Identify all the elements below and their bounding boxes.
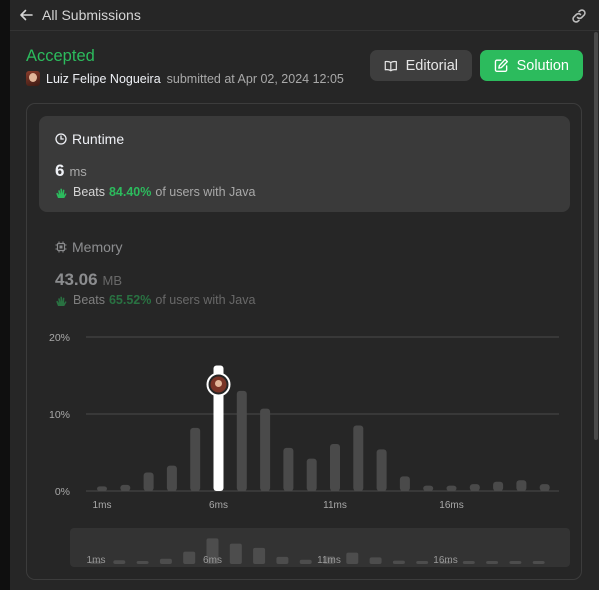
overview-bar	[369, 557, 382, 564]
x-tick-label: 11ms	[323, 500, 347, 511]
chart-bar	[236, 390, 247, 491]
solution-label: Solution	[516, 57, 569, 74]
clap-icon	[56, 188, 67, 198]
overview-bar	[113, 560, 126, 564]
editorial-label: Editorial	[405, 57, 458, 74]
chart-bar	[423, 485, 434, 491]
scrollbar[interactable]	[594, 32, 598, 440]
edit-icon	[494, 58, 509, 73]
overview-bar	[229, 543, 242, 564]
overview-tick-label: 11ms	[317, 555, 341, 566]
runtime-beats-label: Beats	[73, 185, 105, 199]
left-gutter	[0, 0, 10, 590]
chart-bar	[399, 476, 410, 491]
submitted-time: submitted at Apr 02, 2024 12:05	[166, 71, 344, 86]
overview-tick-label: 1ms	[87, 555, 106, 566]
submission-status: Accepted	[26, 47, 95, 65]
chart-bar	[376, 449, 387, 491]
chart-overview-slider[interactable]: 1ms 6ms 11ms 16ms	[70, 528, 570, 567]
x-tick-label: 1ms	[93, 500, 112, 511]
chart-bar	[306, 458, 317, 491]
runtime-value-row: 6 ms	[55, 161, 87, 181]
chart-bar	[539, 484, 550, 491]
chip-icon	[55, 241, 67, 253]
overview-bar	[299, 559, 312, 564]
y-tick-label: 10%	[49, 409, 70, 421]
overview-bar	[183, 551, 196, 564]
arrow-left-icon	[20, 9, 33, 21]
memory-title-row: Memory	[55, 239, 123, 255]
avatar-face	[215, 379, 222, 387]
runtime-beats-row: Beats 84.40% of users with Java	[55, 185, 255, 199]
memory-title: Memory	[72, 239, 123, 255]
overview-bar	[462, 561, 475, 564]
book-icon	[384, 60, 397, 71]
runtime-title: Runtime	[72, 131, 125, 147]
runtime-beats-suffix: of users with Java	[155, 185, 256, 199]
chart-bar	[330, 444, 340, 491]
chart-bar	[353, 425, 364, 491]
submission-author-row: Luiz Felipe Nogueira submitted at Apr 02…	[26, 71, 344, 86]
x-tick-label: 6ms	[209, 500, 228, 511]
x-tick-label: 16ms	[439, 500, 463, 511]
overview-tick-label: 6ms	[203, 555, 222, 566]
overview-chart: 1ms 6ms 11ms 16ms	[87, 538, 545, 566]
editorial-button[interactable]: Editorial	[370, 50, 472, 81]
memory-beats-suffix: of users with Java	[155, 293, 256, 307]
y-tick-label: 20%	[49, 332, 70, 344]
chart-bar	[190, 427, 201, 491]
memory-beats-percent: 65.52%	[108, 293, 152, 307]
overview-bar	[416, 561, 429, 564]
overview-bar	[532, 561, 545, 564]
memory-beats-label: Beats	[73, 293, 105, 307]
memory-value: 43.06	[55, 270, 98, 289]
chart-bar	[469, 484, 480, 491]
chart-bar	[260, 408, 271, 491]
overview-bar	[159, 558, 172, 564]
chart-bar	[516, 480, 527, 491]
memory-beats-row: Beats 65.52% of users with Java	[55, 293, 255, 307]
chart-bar	[120, 484, 131, 491]
y-tick-label: 0%	[55, 486, 70, 498]
overview-bar	[276, 556, 289, 564]
clap-icon	[56, 296, 67, 306]
runtime-distribution-chart[interactable]: 20% 10% 0% 1ms 6ms 11ms 16ms	[26, 320, 576, 520]
overview-tick-label: 16ms	[433, 555, 457, 566]
runtime-value: 6	[55, 161, 65, 180]
chart-bar	[166, 465, 177, 491]
runtime-unit: ms	[69, 164, 87, 179]
overview-bar	[136, 561, 149, 564]
topbar: All Submissions	[10, 0, 599, 31]
author-name[interactable]: Luiz Felipe Nogueira	[46, 72, 161, 86]
memory-unit: MB	[102, 273, 123, 288]
runtime-beats-percent: 84.40%	[108, 185, 152, 199]
chart-bar	[493, 481, 504, 491]
runtime-title-row: Runtime	[55, 131, 124, 147]
overview-bar	[346, 552, 359, 564]
all-submissions-link[interactable]: All Submissions	[19, 7, 141, 23]
chart-bar	[283, 447, 294, 491]
overview-bar	[486, 561, 499, 564]
overview-bar	[253, 547, 266, 564]
chart-bar	[446, 485, 457, 491]
overview-bar	[509, 561, 522, 564]
overview-bar	[392, 560, 405, 564]
link-icon[interactable]	[570, 7, 588, 25]
solution-button[interactable]: Solution	[480, 50, 583, 81]
avatar[interactable]	[26, 71, 40, 86]
chart-bar	[143, 472, 154, 491]
chart-bar	[97, 486, 107, 491]
back-label: All Submissions	[42, 7, 141, 23]
clock-icon	[55, 133, 67, 145]
memory-value-row: 43.06 MB	[55, 270, 122, 290]
